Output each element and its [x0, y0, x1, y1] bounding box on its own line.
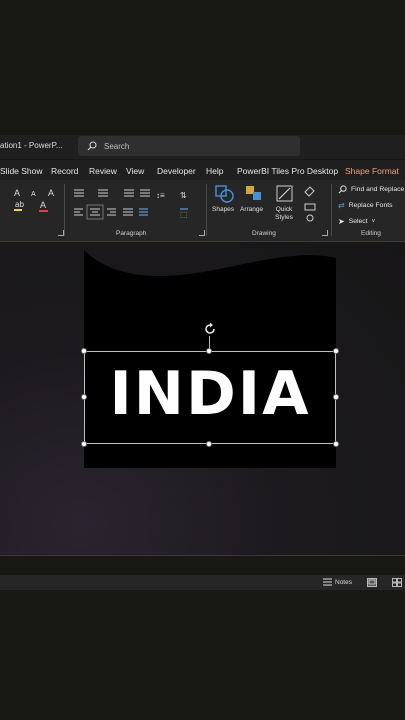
notes-label: Notes [335, 578, 352, 586]
notes-divider[interactable] [0, 555, 405, 556]
select-button[interactable]: ➤ Select ˅ [338, 217, 375, 226]
svg-text:A: A [48, 188, 54, 198]
replace-fonts-label: Replace Fonts [348, 202, 393, 209]
resize-handle-right[interactable] [333, 394, 339, 400]
find-icon [338, 185, 347, 194]
normal-view-icon[interactable] [367, 578, 377, 587]
tab-record[interactable]: Record [51, 166, 78, 176]
title-bar: ation1 - PowerP... Search [0, 135, 405, 159]
replace-fonts-button[interactable]: ⇄ Replace Fonts [338, 201, 393, 210]
chevron-down-icon: ˅ [371, 218, 376, 225]
search-placeholder: Search [104, 141, 130, 151]
resize-handle-top[interactable] [206, 348, 212, 354]
shape-fill-outline-icons[interactable] [302, 184, 324, 224]
search-icon [87, 141, 97, 151]
ribbon-tabs: Slide Show Record Review View Developer … [0, 160, 405, 180]
tab-view[interactable]: View [126, 166, 144, 176]
find-replace-label: Find and Replace [351, 186, 405, 193]
tab-developer[interactable]: Developer [157, 166, 196, 176]
status-bar: Notes [0, 575, 405, 590]
arrange-button[interactable]: Arrange [240, 206, 263, 213]
document-title: ation1 - PowerP... [0, 141, 63, 150]
notes-button[interactable]: Notes [323, 578, 352, 586]
paragraph-group-label: Paragraph [116, 230, 147, 237]
resize-handle-bottom-right[interactable] [333, 441, 339, 447]
drawing-group-label: Drawing [252, 230, 276, 237]
svg-text:ab: ab [15, 200, 24, 209]
editing-group-label: Editing [361, 230, 381, 237]
shapes-icon [215, 185, 234, 203]
cursor-icon: ➤ [338, 217, 345, 226]
paragraph-icons[interactable]: ↕≡ ⇅ ⬚ [70, 186, 198, 222]
select-label: Select [348, 218, 368, 225]
resize-handle-bottom[interactable] [206, 441, 212, 447]
shapes-button[interactable]: Shapes [212, 206, 234, 213]
search-box[interactable]: Search [78, 136, 300, 156]
resize-handle-top-right[interactable] [333, 348, 339, 354]
rotate-handle-icon[interactable] [203, 322, 217, 336]
replace-icon: ⇄ [338, 201, 345, 210]
notes-icon [323, 578, 332, 586]
find-and-replace-button[interactable]: Find and Replace [338, 185, 404, 194]
drawing-dialog-launcher[interactable] [322, 230, 328, 236]
ribbon: A A A ab A ↕≡ ⇅ ⬚ Paragraph Shapes Arran… [0, 180, 405, 242]
tab-help[interactable]: Help [206, 166, 223, 176]
quick-styles-button[interactable]: Quick Styles [273, 206, 295, 222]
tab-powerbi-tiles[interactable]: PowerBI Tiles Pro Desktop [237, 166, 338, 176]
svg-text:A: A [31, 191, 36, 198]
slide-title-text[interactable]: INDIA [84, 358, 336, 430]
tab-review[interactable]: Review [89, 166, 117, 176]
svg-text:A: A [40, 200, 46, 210]
quick-styles-icon [276, 185, 293, 202]
tab-shape-format[interactable]: Shape Format [345, 166, 399, 176]
font-group-icons[interactable]: A A A ab A [2, 186, 64, 222]
resize-handle-top-left[interactable] [81, 348, 87, 354]
paragraph-dialog-launcher[interactable] [199, 230, 205, 236]
resize-handle-left[interactable] [81, 394, 87, 400]
lower-background [0, 590, 405, 720]
font-dialog-launcher[interactable] [58, 230, 64, 236]
tab-slide-show[interactable]: Slide Show [0, 166, 43, 176]
svg-text:A: A [14, 188, 20, 198]
arrange-icon [246, 186, 261, 200]
svg-text:⬚: ⬚ [180, 210, 188, 219]
slide-sorter-icon[interactable] [392, 578, 402, 587]
resize-handle-bottom-left[interactable] [81, 441, 87, 447]
svg-text:↕≡: ↕≡ [156, 191, 165, 200]
svg-text:⇅: ⇅ [180, 191, 187, 200]
